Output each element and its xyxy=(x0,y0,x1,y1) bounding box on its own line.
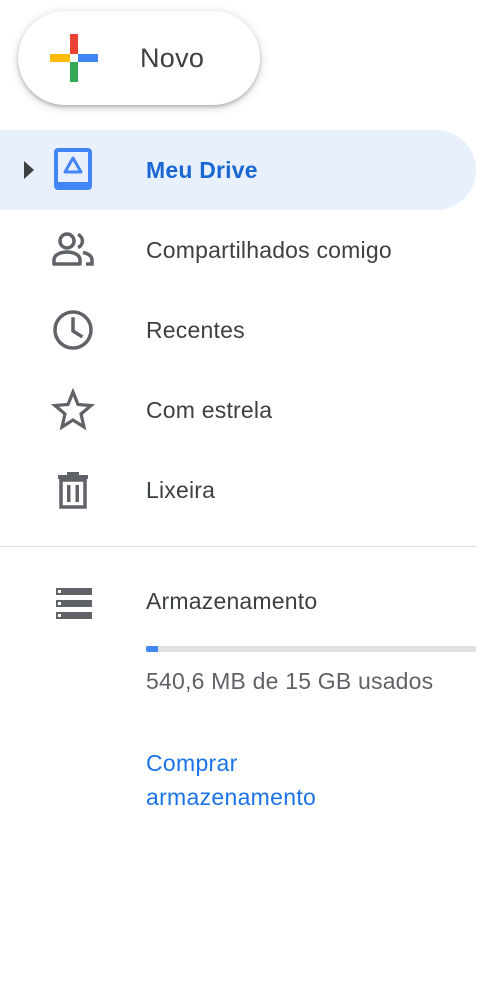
star-icon xyxy=(51,388,95,431)
drive-icon xyxy=(54,148,92,190)
sidebar-item-label: Meu Drive xyxy=(146,157,258,183)
buy-storage-link[interactable]: Comprar armazenamento xyxy=(146,746,406,814)
sidebar-item-my-drive[interactable]: Meu Drive xyxy=(0,130,476,210)
people-icon xyxy=(52,232,94,266)
divider xyxy=(0,546,476,547)
sidebar-item-starred[interactable]: Com estrela xyxy=(0,370,476,450)
clock-icon xyxy=(53,310,93,350)
storage-progress-bar xyxy=(146,646,476,652)
storage-icon xyxy=(56,588,92,619)
sidebar-item-trash[interactable]: Lixeira xyxy=(0,450,476,530)
sidebar-nav: Meu Drive Compartilhados comigo Recentes… xyxy=(0,130,476,530)
expand-caret-icon[interactable] xyxy=(22,159,36,181)
sidebar-item-recent[interactable]: Recentes xyxy=(0,290,476,370)
new-button[interactable]: Novo xyxy=(18,11,260,105)
sidebar-item-label: Lixeira xyxy=(146,477,216,503)
trash-icon xyxy=(58,472,88,509)
sidebar-item-label: Recentes xyxy=(146,317,245,343)
storage-progress-fill xyxy=(146,646,158,652)
new-button-label: Novo xyxy=(140,43,205,73)
sidebar-item-label: Com estrela xyxy=(146,397,273,423)
plus-icon xyxy=(50,34,98,82)
storage-usage-text: 540,6 MB de 15 GB usados xyxy=(146,668,434,694)
storage-label: Armazenamento xyxy=(146,588,318,614)
sidebar-item-label: Compartilhados comigo xyxy=(146,237,392,263)
sidebar-item-shared-with-me[interactable]: Compartilhados comigo xyxy=(0,210,476,290)
